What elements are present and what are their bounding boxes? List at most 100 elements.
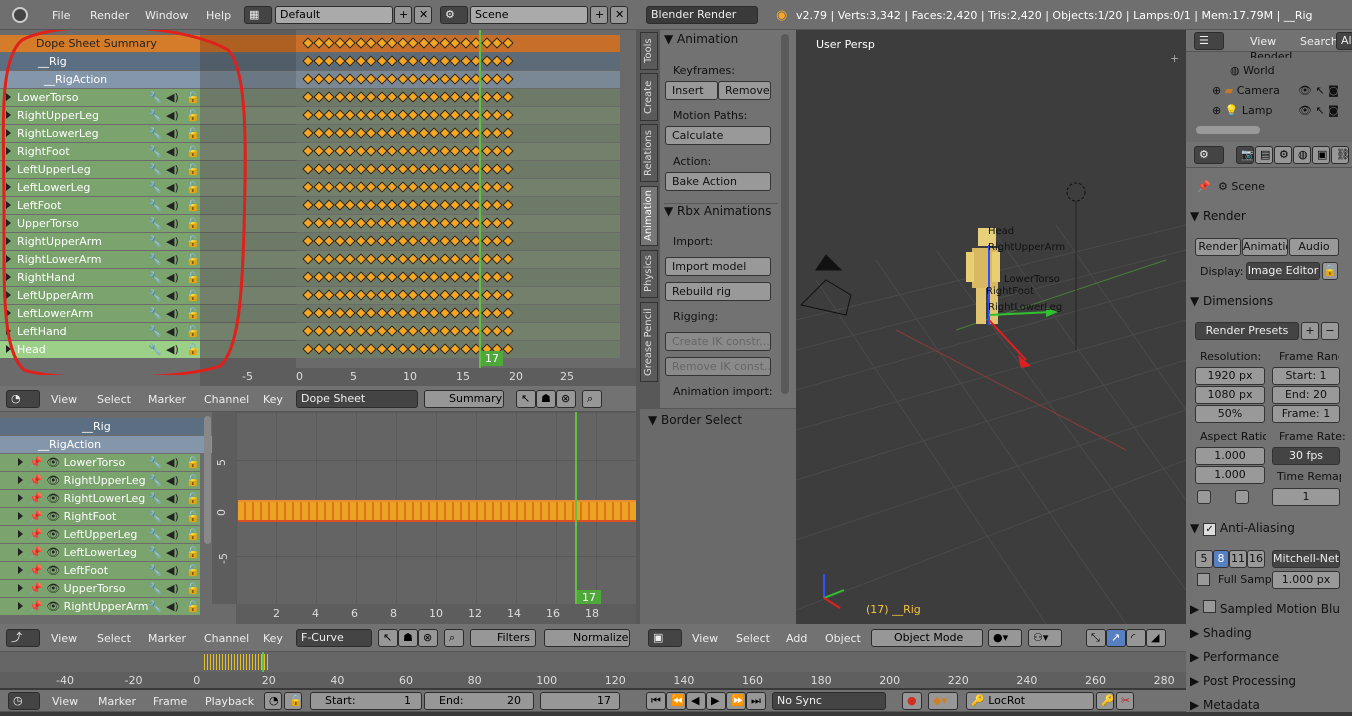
outliner-menu-search[interactable]: Search [1300,34,1338,50]
scene-select[interactable]: Scene [470,6,588,24]
graph-channel-row[interactable]: 📌 👁 RightFoot 🔧 ◀) 🔓 [0,508,200,525]
eye-icon[interactable]: 👁 [46,474,60,487]
pin-icon[interactable]: 📌 [29,564,43,577]
graph-wrench-icon[interactable]: 🔧 [148,580,162,597]
eye-icon[interactable]: 👁 [46,492,60,505]
translate-manipulator-icon[interactable]: ↗ [1106,629,1126,647]
ge-menu-channel[interactable]: Channel [204,631,249,647]
graph-lock-icon[interactable]: 🔓 [186,472,200,489]
graph-channel-row[interactable]: 📌 👁 RightLowerLeg 🔧 ◀) 🔓 [0,490,200,507]
pin-icon[interactable]: 📌 [29,546,43,559]
render-layers-context-icon[interactable]: ▤ [1255,146,1273,164]
remove-ik-button[interactable]: Remove IK const... [665,357,771,376]
timeline-ruler[interactable]: -40 -20 0 20 40 60 80 100 120 140 160 180 200 220 240 2… [0,672,1186,688]
rotate-manipulator-icon[interactable]: ◜ [1126,629,1146,647]
menu-file[interactable]: File [52,8,70,24]
display-select[interactable]: Image Editor [1246,262,1320,280]
graph-lock-icon[interactable]: 🔓 [186,562,200,579]
menu-window[interactable]: Window [145,8,188,24]
filters-button[interactable]: Filters [470,629,536,647]
expand-arrow-icon[interactable] [18,602,23,610]
graph-mute-icon[interactable]: ◀) [166,454,179,471]
ds-menu-view[interactable]: View [51,392,77,408]
graph-scrollbar[interactable] [204,416,211,544]
scene-context-icon[interactable]: ⚙ [1274,146,1292,164]
expand-arrow-icon[interactable] [18,494,23,502]
performance-panel-header[interactable]: ▶ Performance [1190,646,1342,668]
expand-arrow-icon[interactable] [18,548,23,556]
crop-checkbox[interactable] [1235,490,1249,504]
blender-info-icon[interactable] [12,7,28,23]
3d-viewport[interactable]: User Persp Head RightUpperArm RightLower… [796,30,1186,624]
frame-start-field-tl[interactable]: Start: 1 [310,692,422,710]
anti-aliasing-panel-header[interactable]: ▼ ✓ Anti-Aliasing [1190,517,1342,539]
animation-panel-header[interactable]: ▼ Animation [664,32,778,50]
insert-keyframe-button[interactable]: Insert [665,81,718,100]
ge-search-icon[interactable]: ⌕ [444,629,464,647]
graph-area[interactable]: 17 [236,412,636,605]
eye-icon[interactable]: 👁 [46,510,60,523]
graph-channel-row[interactable]: 📌 👁 RightUpperLeg 🔧 ◀) 🔓 [0,472,200,489]
render-presets-select[interactable]: Render Presets [1195,322,1299,340]
expand-arrow-icon[interactable] [18,584,23,592]
scene-remove-button[interactable]: ✕ [610,6,628,24]
graph-lock-icon[interactable]: 🔓 [186,526,200,543]
screen-layout-icon[interactable]: ▦ [244,6,272,24]
viewport-add-tab-icon[interactable]: + [1170,52,1179,65]
dopesheet-keyframe-area[interactable]: 17 [200,30,636,368]
graph-wrench-icon[interactable]: 🔧 [148,526,162,543]
aspect-x-field[interactable]: 1.000 [1195,447,1265,465]
search-icon[interactable]: ⌕ [582,390,602,408]
eye-icon[interactable]: 👁 [46,600,60,613]
tab-physics[interactable]: Physics [640,250,658,298]
scene-pin-icon[interactable]: 📌 [1197,180,1211,193]
calculate-button[interactable]: Calculate [665,126,771,145]
frame-end-field[interactable]: End: 20 [1272,386,1340,404]
border-select-panel[interactable]: ▼ Border Select [640,408,796,624]
jump-next-key-icon[interactable]: ⏩ [726,692,746,710]
graph-channel-row[interactable]: 📌 👁 LeftLowerLeg 🔧 ◀) 🔓 [0,544,200,561]
border-checkbox[interactable] [1197,490,1211,504]
play-icon[interactable]: ▶ [706,692,726,710]
pin-icon[interactable]: 📌 [29,510,43,523]
graph-wrench-icon[interactable]: 🔧 [148,508,162,525]
jump-end-icon[interactable]: ⏭ [746,692,766,710]
aa-samples-16[interactable]: 16 [1247,550,1265,568]
graph-wrench-icon[interactable]: 🔧 [148,472,162,489]
graph-wrench-icon[interactable]: 🔧 [148,454,162,471]
pin-icon[interactable]: 📌 [29,492,43,505]
tab-relations[interactable]: Relations [640,124,658,182]
eye-icon[interactable]: 👁 [46,528,60,541]
ghost-icon[interactable]: ☗ [536,390,556,408]
insert-keyframe-icon[interactable]: 🔑 [1096,692,1114,710]
graph-wrench-icon[interactable]: 🔧 [148,562,162,579]
dopesheet-playhead[interactable] [479,30,481,368]
eye-icon[interactable]: 👁 [46,582,60,595]
graph-channel-row[interactable]: 📌 👁 UpperTorso 🔧 ◀) 🔓 [0,580,200,597]
tab-tools[interactable]: Tools [640,32,658,70]
graph-lock-icon[interactable]: 🔓 [186,508,200,525]
vp-menu-object[interactable]: Object [825,631,861,647]
layout-remove-button[interactable]: ✕ [414,6,432,24]
graph-mute-icon[interactable]: ◀) [166,472,179,489]
import-model-button[interactable]: Import model [665,257,771,276]
jump-prev-key-icon[interactable]: ⏪ [666,692,686,710]
current-frame-field[interactable]: 17 [540,692,620,710]
timeline[interactable]: -40 -20 0 20 40 60 80 100 120 140 160 180 200 220 240 2… [0,652,1186,688]
ge-error-icon[interactable]: ⊗ [418,629,438,647]
tab-create[interactable]: Create [640,73,658,121]
lock-range-icon[interactable]: 🔒 [284,692,302,710]
play-reverse-icon[interactable]: ◀ [686,692,706,710]
timeline-playhead[interactable] [262,652,264,672]
properties-editor-type-icon[interactable]: ⚙ [1194,146,1224,164]
timeline-editor-type-icon[interactable]: ◷ [8,692,40,710]
eye-icon[interactable]: 👁 [46,546,60,559]
expand-arrow-icon[interactable] [18,458,23,466]
dopesheet-current-frame-badge[interactable]: 17 [481,351,503,366]
display-lock-icon[interactable]: 🔒 [1322,262,1338,280]
manipulator-toggle[interactable]: ⤡ [1086,629,1106,647]
tab-animation[interactable]: Animation [640,186,658,246]
graph-lock-icon[interactable]: 🔓 [186,454,200,471]
lamp-visibility-eye-icon[interactable]: 👁 ↖ ◙ [1298,104,1339,117]
rebuild-rig-button[interactable]: Rebuild rig [665,282,771,301]
